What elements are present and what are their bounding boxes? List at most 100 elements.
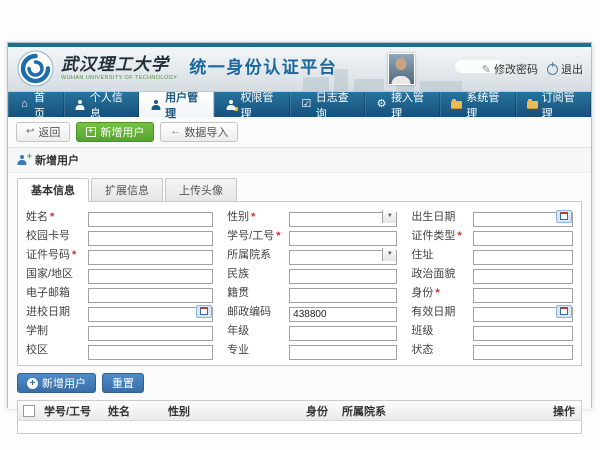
nav-tab-1[interactable]: 个人信息	[64, 92, 139, 117]
field-input-wrap	[88, 342, 213, 357]
form-field-19: 年级	[227, 322, 397, 338]
field-label: 电子邮箱	[26, 284, 84, 300]
field-input-wrap	[88, 266, 213, 281]
field-input-wrap: ▼	[289, 247, 397, 262]
field-input-12[interactable]	[88, 288, 213, 303]
field-label: 出生日期	[411, 208, 469, 224]
nav-tab-5[interactable]: ⚙接入管理	[365, 92, 440, 117]
user-area: ✎ 修改密码 退出	[388, 47, 583, 91]
field-label: 证件类型*	[411, 227, 469, 243]
field-input-11[interactable]	[473, 269, 573, 284]
back-button[interactable]: ↩ 返回	[16, 122, 70, 142]
field-input-wrap	[289, 285, 397, 300]
data-import-button[interactable]: ← 数据导入	[160, 122, 238, 142]
form-field-17: 有效日期	[411, 303, 573, 319]
field-label: 所属院系	[227, 246, 285, 262]
form-field-16: 邮政编码	[227, 303, 397, 319]
add-user-submit-button[interactable]: + 新增用户	[17, 373, 96, 393]
logout-link[interactable]: 退出	[547, 61, 583, 77]
add-user-icon	[86, 127, 96, 137]
table-header-4: 所属院系	[338, 403, 549, 419]
field-input-1[interactable]	[289, 212, 397, 227]
form-field-6: 证件号码*	[26, 246, 213, 262]
field-label: 校区	[26, 341, 84, 357]
field-input-23[interactable]	[473, 345, 573, 360]
field-input-9[interactable]	[88, 269, 213, 284]
field-input-13[interactable]	[289, 288, 397, 303]
user-form: 姓名*性别*▼出生日期校园卡号学号/工号*证件类型*证件号码*所属院系▼住址国家…	[26, 208, 573, 357]
field-input-0[interactable]	[88, 212, 213, 227]
field-label: 有效日期	[411, 303, 469, 319]
chevron-down-icon[interactable]: ▼	[382, 248, 396, 261]
form-tabs: 基本信息扩展信息上传头像	[17, 178, 582, 202]
select-all-checkbox[interactable]	[23, 405, 35, 417]
field-input-wrap	[473, 285, 573, 300]
field-input-3[interactable]	[88, 231, 213, 246]
field-input-7[interactable]	[289, 250, 397, 265]
field-label: 班级	[411, 322, 469, 338]
field-input-19[interactable]	[289, 326, 397, 341]
field-input-15[interactable]	[88, 307, 213, 322]
field-input-16[interactable]	[289, 307, 397, 322]
person-glyph	[226, 100, 236, 110]
calendar-glyph	[560, 307, 568, 315]
field-input-wrap	[473, 323, 573, 338]
user-avatar[interactable]	[388, 53, 415, 85]
required-asterisk: *	[435, 287, 439, 299]
nav-tab-6[interactable]: 系统管理	[440, 92, 515, 117]
required-asterisk: *	[72, 249, 76, 261]
nav-tab-2[interactable]: 用户管理	[139, 92, 214, 117]
tab-0[interactable]: 基本信息	[17, 178, 89, 202]
chevron-down-icon[interactable]: ▼	[382, 210, 396, 223]
field-input-20[interactable]	[473, 326, 573, 341]
reset-button[interactable]: 重置	[102, 373, 144, 393]
person-glyph	[75, 100, 85, 110]
university-logo-icon	[17, 50, 54, 87]
nav-tab-label: 用户管理	[165, 89, 202, 121]
field-input-wrap	[88, 323, 213, 338]
form-field-20: 班级	[411, 322, 573, 338]
field-label: 邮政编码	[227, 303, 285, 319]
field-input-8[interactable]	[473, 250, 573, 265]
calendar-icon[interactable]	[556, 210, 572, 223]
calendar-icon[interactable]	[556, 305, 572, 318]
field-input-18[interactable]	[88, 326, 213, 341]
field-input-wrap	[473, 304, 573, 319]
form-actions: + 新增用户 重置	[17, 373, 582, 393]
required-asterisk: *	[276, 230, 280, 242]
nav-tab-4[interactable]: ☑日志查询	[290, 92, 365, 117]
change-password-link[interactable]: ✎ 修改密码	[482, 61, 538, 77]
field-input-14[interactable]	[473, 288, 573, 303]
nav-tab-3[interactable]: 权限管理	[214, 92, 289, 117]
add-user-submit-label: 新增用户	[42, 375, 86, 391]
field-input-wrap	[473, 247, 573, 262]
field-input-wrap	[88, 247, 213, 262]
calendar-icon[interactable]	[196, 305, 212, 318]
select-all-cell	[18, 405, 40, 417]
field-input-21[interactable]	[88, 345, 213, 360]
form-field-11: 政治面貌	[411, 265, 573, 281]
nav-tab-7[interactable]: 订阅管理	[516, 92, 591, 117]
table-header-3: 身份	[302, 403, 338, 419]
form-field-3: 校园卡号	[26, 227, 213, 243]
field-input-22[interactable]	[289, 345, 397, 360]
field-input-4[interactable]	[289, 231, 397, 246]
field-input-5[interactable]	[473, 231, 573, 246]
nav-tab-0[interactable]: ⌂首页	[8, 92, 64, 117]
platform-title: 统一身份认证平台	[189, 53, 337, 84]
pencil-icon: ✎	[482, 63, 491, 76]
reset-button-label: 重置	[112, 375, 134, 391]
toolbar: ↩ 返回 新增用户 ← 数据导入	[8, 117, 591, 148]
nav-tab-label: 订阅管理	[542, 89, 579, 121]
tab-2[interactable]: 上传头像	[165, 178, 237, 201]
field-input-6[interactable]	[88, 250, 213, 265]
field-input-wrap	[289, 266, 397, 281]
tab-1[interactable]: 扩展信息	[91, 178, 163, 201]
add-user-button-top[interactable]: 新增用户	[76, 122, 154, 142]
main-nav: ⌂首页个人信息用户管理权限管理☑日志查询⚙接入管理系统管理订阅管理	[8, 92, 591, 117]
field-label: 状态	[411, 341, 469, 357]
field-input-10[interactable]	[289, 269, 397, 284]
field-label: 住址	[411, 246, 469, 262]
field-input-wrap	[88, 228, 213, 243]
form-field-5: 证件类型*	[411, 227, 573, 243]
